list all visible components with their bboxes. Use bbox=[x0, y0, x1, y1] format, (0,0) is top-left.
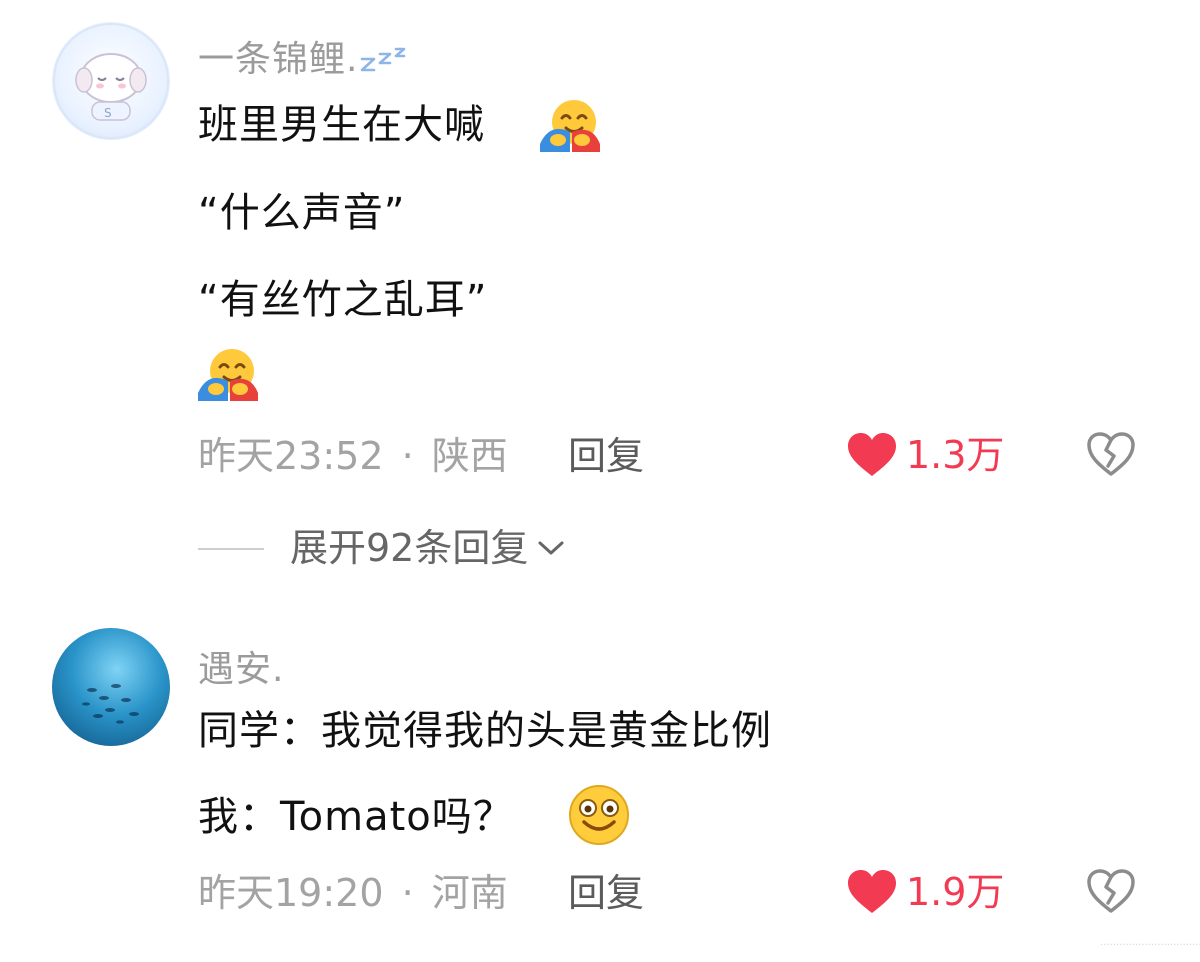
like-count: 1.3万 bbox=[906, 433, 1005, 477]
fish-school-icon bbox=[82, 684, 139, 724]
timestamp: 昨天19:20 bbox=[198, 871, 384, 915]
timestamp: 昨天23:52 bbox=[198, 434, 384, 478]
username-row: 一条锦鲤. bbox=[198, 30, 414, 82]
svg-text:S: S bbox=[104, 106, 112, 120]
comment-line: “什么声音” bbox=[198, 190, 406, 236]
reply-button[interactable]: 回复 bbox=[568, 874, 644, 912]
separator-dot: · bbox=[401, 871, 414, 915]
sleeping-zzz-icon bbox=[361, 47, 406, 72]
comment-meta: 昨天23:52 · 陕西 bbox=[198, 437, 508, 475]
expand-replies-label: 展开92条回复 bbox=[290, 526, 529, 570]
separator-dot: · bbox=[401, 434, 414, 478]
expand-replies-button[interactable]: 展开92条回复 bbox=[290, 529, 566, 567]
heart-icon bbox=[848, 870, 896, 913]
chevron-down-icon bbox=[538, 541, 564, 555]
comment-line: “有丝竹之乱耳” bbox=[198, 277, 488, 323]
like-button[interactable]: 1.9万 bbox=[846, 869, 1004, 915]
comment-1: S 一条锦鲤. 班里男生在大喊 “什么声音” “有丝竹之乱耳” 昨天23:52 … bbox=[0, 0, 1200, 520]
like-count: 1.9万 bbox=[906, 870, 1005, 914]
username[interactable]: 遇安. bbox=[198, 640, 284, 692]
location: 河南 bbox=[431, 871, 508, 915]
comment-line: 同学：我觉得我的头是黄金比例 bbox=[198, 708, 772, 754]
avatar[interactable]: S bbox=[52, 22, 170, 140]
divider bbox=[198, 548, 264, 550]
dislike-broken-heart-icon[interactable] bbox=[1086, 431, 1136, 477]
username[interactable]: 一条锦鲤. bbox=[198, 39, 358, 80]
location: 陕西 bbox=[431, 434, 508, 478]
hugging-face-icon bbox=[198, 349, 258, 401]
hugging-face-icon bbox=[540, 100, 600, 152]
like-button[interactable]: 1.3万 bbox=[846, 432, 1004, 478]
comment-meta: 昨天19:20 · 河南 bbox=[198, 874, 508, 912]
avatar[interactable] bbox=[52, 628, 170, 746]
heart-icon bbox=[848, 433, 896, 476]
smiley-face-icon bbox=[569, 785, 629, 845]
comment-line: 班里男生在大喊 bbox=[198, 102, 485, 148]
dislike-broken-heart-icon[interactable] bbox=[1086, 868, 1136, 914]
reply-button[interactable]: 回复 bbox=[568, 437, 644, 475]
comment-line: 我：Tomato吗？ bbox=[198, 794, 514, 840]
comment-2: 遇安. 同学：我觉得我的头是黄金比例 我：Tomato吗？ 昨天19:20 · … bbox=[0, 600, 1200, 962]
watermark: ········································… bbox=[1100, 940, 1200, 951]
sleeping-character-icon: S bbox=[53, 23, 169, 139]
